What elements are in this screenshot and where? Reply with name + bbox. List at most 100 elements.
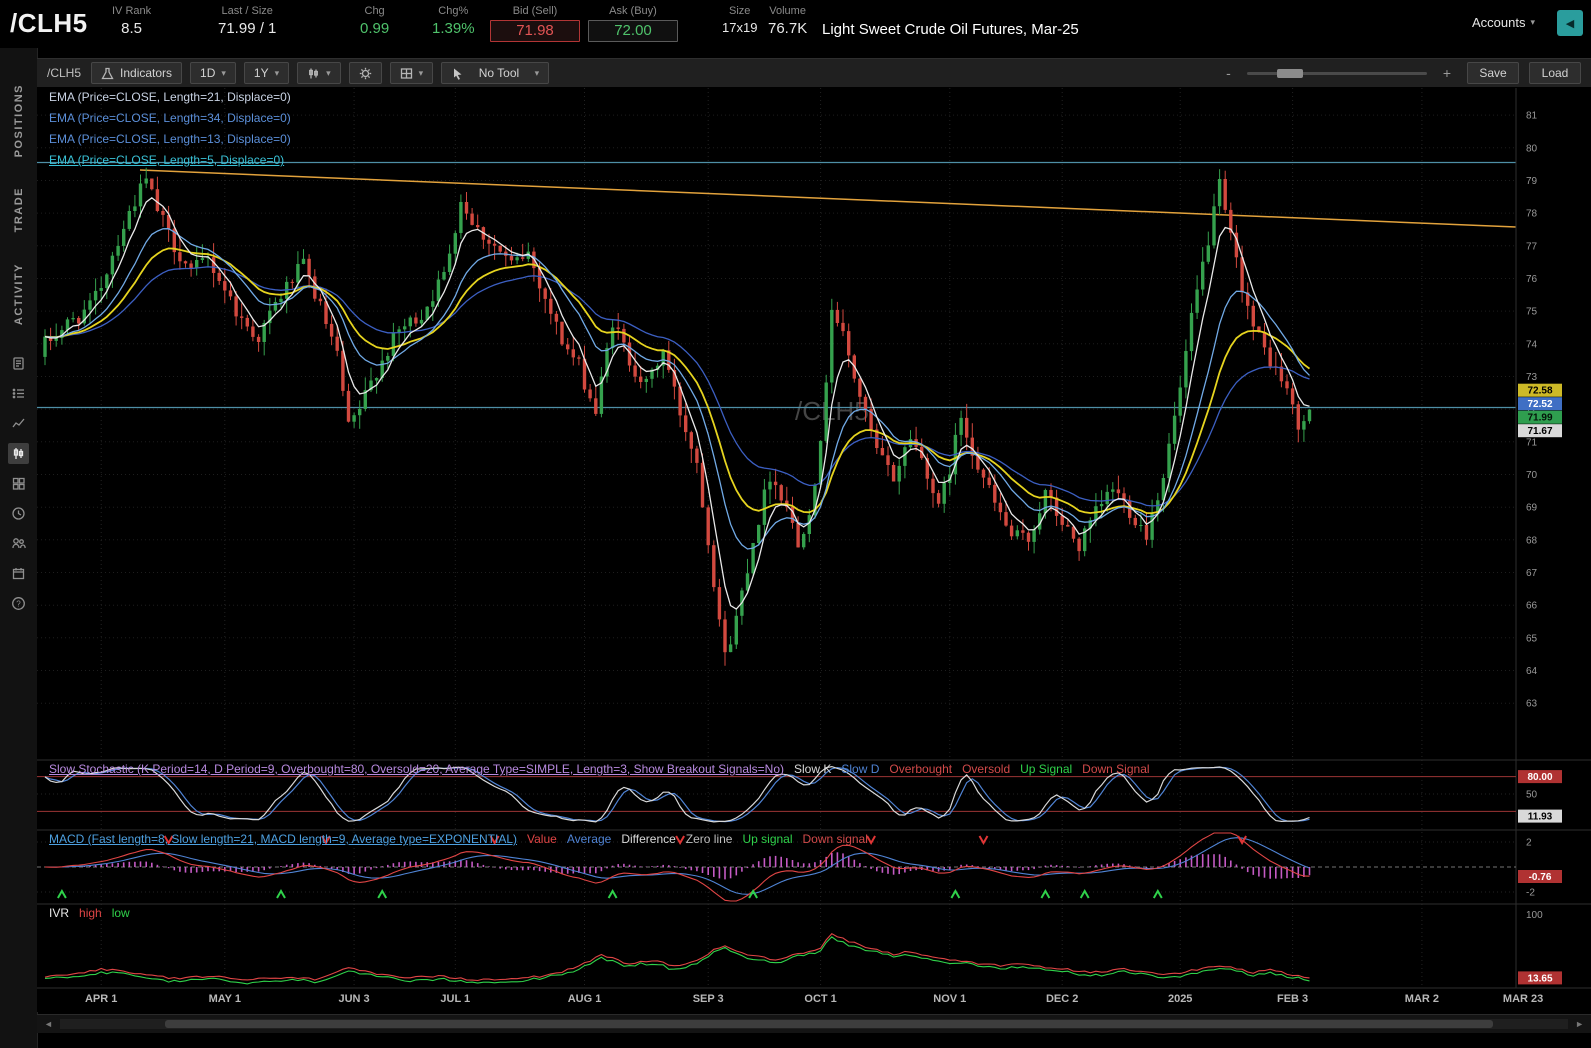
scrollbar-thumb[interactable]: [165, 1020, 1493, 1028]
svg-text:50: 50: [1526, 790, 1538, 801]
range-value: 1Y: [253, 66, 269, 80]
chart-settings-button[interactable]: [348, 62, 382, 84]
svg-text:73: 73: [1526, 372, 1538, 383]
users-icon[interactable]: [8, 533, 29, 554]
svg-text:74: 74: [1526, 339, 1538, 350]
field-bid: Bid (Sell) 71.98: [490, 5, 580, 42]
scroll-left-icon[interactable]: ◄: [37, 1019, 60, 1029]
svg-text:-2: -2: [1526, 888, 1535, 899]
chart-area: 81807978777675747372717069686766656463AP…: [37, 88, 1591, 1012]
tab-activity[interactable]: ACTIVITY: [13, 263, 25, 325]
bid-button[interactable]: 71.98: [490, 20, 580, 42]
svg-text:DEC 2: DEC 2: [1046, 993, 1078, 1005]
layout-dropdown[interactable]: ▾: [389, 62, 434, 84]
field-label: Bid (Sell): [512, 5, 558, 17]
help-icon[interactable]: ?: [8, 593, 29, 614]
chevron-down-icon: ▾: [418, 67, 424, 78]
study-label-macd[interactable]: MACD (Fast length=8, Slow length=21, MAC…: [49, 832, 878, 846]
watchlist-icon[interactable]: [8, 383, 29, 404]
svg-text:2025: 2025: [1168, 993, 1192, 1005]
field-value: 8.5: [121, 20, 142, 37]
field-iv-rank: IV Rank 8.5: [112, 5, 151, 37]
svg-text:64: 64: [1526, 666, 1538, 677]
scrollbar-track[interactable]: [59, 1019, 1569, 1029]
field-label: Volume: [769, 5, 806, 17]
top-header: /CLH5 IV Rank 8.5 Last / Size 71.99 / 1 …: [0, 0, 1591, 48]
accounts-label: Accounts: [1471, 15, 1526, 30]
load-button[interactable]: Load: [1529, 62, 1581, 84]
chart-icon[interactable]: [8, 442, 29, 464]
svg-text:?: ?: [16, 599, 21, 608]
save-button[interactable]: Save: [1467, 62, 1519, 84]
zoom-slider[interactable]: [1246, 68, 1427, 78]
svg-text:71.99: 71.99: [1527, 413, 1552, 424]
field-size: Size 17x19: [722, 5, 757, 35]
svg-text:79: 79: [1526, 176, 1538, 187]
zoom-slider-handle[interactable]: [1276, 68, 1303, 78]
field-last-size: Last / Size 71.99 / 1: [218, 5, 276, 37]
toolbar-symbol-label: /CLH5: [47, 66, 82, 80]
chevron-down-icon: ▾: [534, 67, 540, 78]
beaker-icon: [101, 67, 114, 79]
svg-text:81: 81: [1526, 111, 1538, 122]
svg-text:75: 75: [1526, 307, 1538, 318]
indicators-button[interactable]: Indicators: [91, 62, 183, 84]
svg-text:MAY 1: MAY 1: [209, 993, 241, 1005]
field-label: Ask (Buy): [609, 5, 657, 17]
svg-text:67: 67: [1526, 568, 1538, 579]
chart-scrollbar[interactable]: ◄ ►: [37, 1014, 1591, 1033]
svg-text:SEP 3: SEP 3: [693, 993, 724, 1005]
chart-type-dropdown[interactable]: ▾: [297, 62, 341, 84]
field-ask: Ask (Buy) 72.00: [588, 5, 678, 42]
tab-positions[interactable]: POSITIONS: [13, 84, 25, 157]
gear-icon: [359, 67, 371, 79]
zoom-in-button[interactable]: +: [1437, 64, 1457, 82]
svg-text:80: 80: [1526, 143, 1538, 154]
svg-text:71.67: 71.67: [1527, 426, 1552, 437]
field-label: Last / Size: [221, 5, 273, 17]
svg-text:NOV 1: NOV 1: [933, 993, 966, 1005]
svg-text:100: 100: [1526, 910, 1543, 921]
svg-text:OCT 1: OCT 1: [804, 993, 836, 1005]
sidebar-icon-rail: ?: [8, 353, 29, 614]
svg-text:AUG 1: AUG 1: [568, 993, 602, 1005]
chevron-down-icon: ▾: [221, 67, 226, 78]
svg-text:68: 68: [1526, 535, 1538, 546]
tab-trade[interactable]: TRADE: [13, 187, 25, 232]
study-label-ema-13[interactable]: EMA (Price=CLOSE, Length=13, Displace=0): [49, 132, 301, 146]
timeframe-dropdown[interactable]: 1D ▾: [190, 62, 236, 84]
notes-icon[interactable]: [8, 353, 29, 374]
field-value: 17x19: [722, 20, 758, 35]
field-value: 71.99 / 1: [218, 20, 277, 37]
zoom-out-button[interactable]: -: [1220, 64, 1237, 82]
collapse-panel-button[interactable]: ◀: [1557, 10, 1583, 36]
svg-text:FEB 3: FEB 3: [1277, 993, 1308, 1005]
field-label: Size: [729, 5, 751, 17]
svg-text:63: 63: [1526, 699, 1538, 710]
svg-text:69: 69: [1526, 503, 1538, 514]
calendar-icon[interactable]: [8, 563, 29, 584]
chevron-down-icon: ▾: [274, 67, 280, 78]
ask-button[interactable]: 72.00: [588, 20, 678, 42]
accounts-dropdown[interactable]: Accounts ▾: [1466, 14, 1541, 31]
study-label-ema-21[interactable]: EMA (Price=CLOSE, Length=21, Displace=0): [49, 90, 301, 104]
trend-icon[interactable]: [8, 413, 29, 434]
svg-text:MAR 23: MAR 23: [1503, 993, 1543, 1005]
field-value: 1.39%: [432, 20, 475, 37]
toolbar-right-group: - + Save Load: [1220, 62, 1581, 84]
timeframe-value: 1D: [200, 66, 216, 80]
svg-text:13.65: 13.65: [1527, 973, 1552, 984]
clock-icon[interactable]: [8, 503, 29, 524]
study-label-ema-5[interactable]: EMA (Price=CLOSE, Length=5, Displace=0): [49, 153, 294, 167]
price-chart[interactable]: 81807978777675747372717069686766656463AP…: [37, 88, 1591, 1012]
drawing-tool-dropdown[interactable]: No Tool ▾: [441, 62, 550, 84]
study-label-ema-34[interactable]: EMA (Price=CLOSE, Length=34, Displace=0): [49, 111, 301, 125]
apps-grid-icon[interactable]: [8, 473, 29, 494]
scroll-right-icon[interactable]: ►: [1568, 1019, 1591, 1029]
study-label-ivr[interactable]: IVR high low: [49, 906, 140, 920]
indicators-label: Indicators: [120, 66, 173, 80]
range-dropdown[interactable]: 1Y ▾: [243, 62, 290, 84]
study-label-stochastic[interactable]: Slow Stochastic (K Period=14, D Period=9…: [49, 762, 1160, 776]
chevron-down-icon: ▾: [1530, 17, 1535, 27]
svg-text:76: 76: [1526, 274, 1538, 285]
